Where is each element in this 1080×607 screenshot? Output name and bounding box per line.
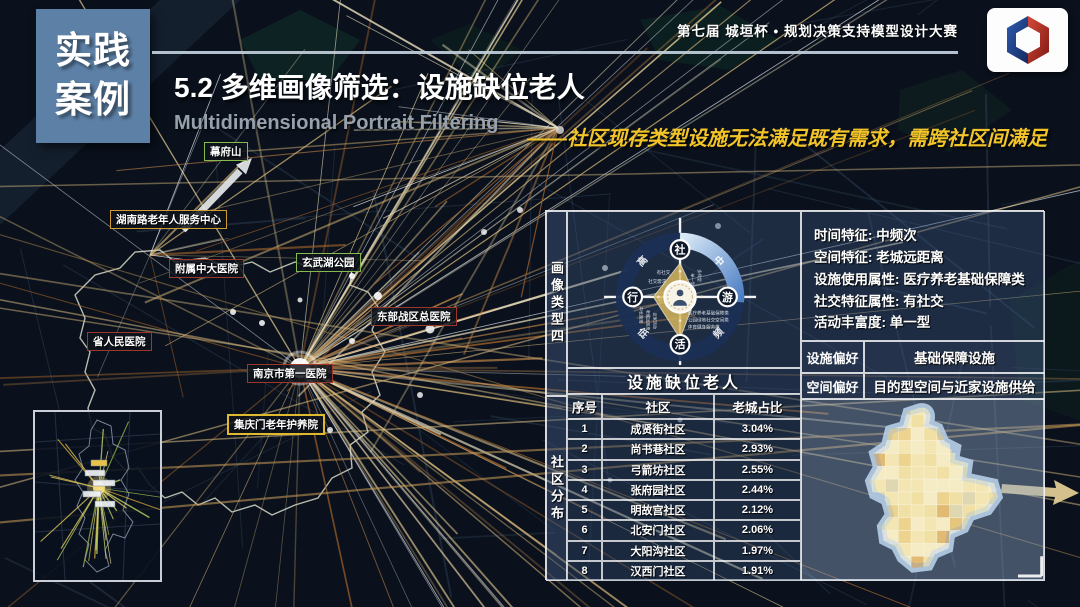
table-cell: 汉西门社区 <box>602 561 714 581</box>
slide: 幕府山 湖南路老年人服务中心 附属中大医院 玄武湖公园 东部战区总医院 省人民医… <box>0 0 1080 607</box>
table-cell: 3.04% <box>714 419 801 439</box>
pref-facility-label: 设施偏好 <box>801 341 864 373</box>
pref-space-value: 目的型空间与近家设施供给 <box>864 373 1045 399</box>
table-cell: 大阳沟社区 <box>602 541 714 561</box>
table-cell: 2.93% <box>714 439 801 459</box>
tab-community-distribution: 社区分布 <box>546 396 567 581</box>
svg-text:单一型: 单一型 <box>690 273 696 285</box>
pref-facility-value: 基础保障设施 <box>864 341 1045 373</box>
trait-social: 社交特征属性: 有社交 <box>814 291 1034 313</box>
elder-portrait-icon <box>664 281 696 313</box>
trait-activity: 活动丰富度: 单一型 <box>814 312 1034 334</box>
table-cell: 6 <box>567 520 602 540</box>
portrait-panel: 画像类型四 社区分布 <box>545 210 1044 580</box>
portrait-title: 设施缺位老人 <box>567 368 801 394</box>
axis-node-leisure: 游 <box>722 290 733 304</box>
portrait-diagram: 社 游 活 行 高 中 低 频 有社交 社交需求 中长距离 老城远距离 近家活动 <box>567 211 801 368</box>
competition-logo <box>987 8 1068 72</box>
inset-overview-map <box>33 410 162 582</box>
axis-node-travel: 行 <box>626 290 638 304</box>
trait-summary: 时间特征: 中频次 空间特征: 老城远距离 设施使用属性: 医疗养老基础保障类 … <box>801 211 1045 341</box>
table-cell: 明故宫社区 <box>602 500 714 520</box>
table-cell: 张府园社区 <box>602 480 714 500</box>
svg-text:社交需求: 社交需求 <box>648 278 667 285</box>
competition-title: 第七届 城垣杯 • 规划决策支持模型设计大赛 <box>677 20 958 40</box>
table-cell: 2.12% <box>714 500 801 520</box>
table-cell: 尚书巷社区 <box>602 439 714 459</box>
svg-text:有社交: 有社交 <box>657 269 671 276</box>
map-label-jiqingmen: 集庆门老年护养院 <box>227 414 325 435</box>
svg-text:中长距离: 中长距离 <box>639 307 645 324</box>
map-label-dongbu: 东部战区总医院 <box>371 307 457 326</box>
map-label-shengrenmin: 省人民医院 <box>87 332 152 351</box>
table-cell: 2.44% <box>714 480 801 500</box>
table-cell: 5 <box>567 500 602 520</box>
svg-text:近家活动: 近家活动 <box>652 313 658 330</box>
tab-portrait-type: 画像类型四 <box>546 211 567 396</box>
axis-node-activity: 活 <box>675 337 686 351</box>
choropleth-map <box>801 399 1045 581</box>
slide-title: 5.2 多维画像筛选：设施缺位老人 <box>174 66 585 106</box>
slide-subtitle-en: Multidimensional Portrait Filtering <box>174 112 498 135</box>
header-rule <box>152 51 958 54</box>
table-cell: 成贤街社区 <box>602 419 714 439</box>
table-cell: 1.91% <box>714 561 801 581</box>
practice-case-badge: 实践 案例 <box>36 9 150 143</box>
map-label-hunanlu: 湖南路老年人服务中心 <box>110 210 227 229</box>
callout-conclusion: ——社区现存类型设施无法满足既有需求，需跨社区间满足 <box>527 122 1047 151</box>
table-cell: 4 <box>567 480 602 500</box>
trait-time: 时间特征: 中频次 <box>814 225 1034 247</box>
svg-text:多样型: 多样型 <box>697 269 703 281</box>
svg-text:医疗养老基础保障类: 医疗养老基础保障类 <box>688 310 729 317</box>
map-label-diyi: 南京市第一医院 <box>247 364 333 383</box>
map-label-mufushan: 幕府山 <box>204 142 248 161</box>
table-cell: 1.97% <box>714 541 801 561</box>
svg-text:公园绿地社交空间类: 公园绿地社交空间类 <box>688 317 729 324</box>
trait-space: 空间特征: 老城远距离 <box>814 247 1034 269</box>
table-cell: 2 <box>567 439 602 459</box>
table-cell: 1 <box>567 419 602 439</box>
table-cell: 8 <box>567 561 602 581</box>
table-cell: 弓箭坊社区 <box>602 460 714 480</box>
map-label-zhongda: 附属中大医院 <box>169 259 244 278</box>
col-header-no: 序号 <box>567 394 602 419</box>
pref-space-label: 空间偏好 <box>801 373 864 399</box>
axis-node-social: 社 <box>674 242 686 256</box>
corner-bracket <box>1018 556 1042 576</box>
table-cell: 3 <box>567 460 602 480</box>
svg-text:老城远距离: 老城远距离 <box>645 310 651 331</box>
col-header-community: 社区 <box>602 394 714 419</box>
table-cell: 2.55% <box>714 460 801 480</box>
community-table: 序号 社区 老城占比 1 成贤街社区 3.04% 2 尚书巷社区 2.93% 3… <box>567 394 801 581</box>
table-cell: 2.06% <box>714 520 801 540</box>
map-label-xuanwuhu: 玄武湖公园 <box>296 253 361 272</box>
table-cell: 北安门社区 <box>602 520 714 540</box>
table-cell: 7 <box>567 541 602 561</box>
trait-facility: 设施使用属性: 医疗养老基础保障类 <box>814 269 1034 291</box>
col-header-share: 老城占比 <box>714 394 801 419</box>
svg-text:体育健身服务类: 体育健身服务类 <box>688 323 720 330</box>
